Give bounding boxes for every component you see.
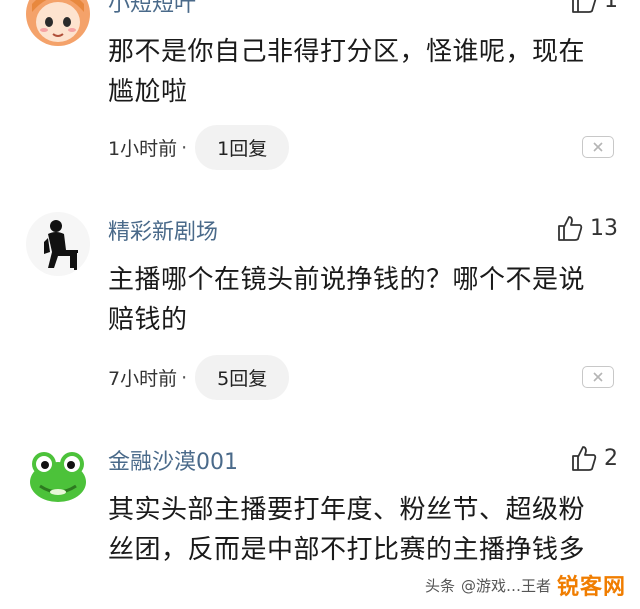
comment-text: 其实头部主播要打年度、粉丝节、超级粉丝团，反而是中部不打比赛的主播挣钱多	[108, 495, 586, 565]
reply-count-button[interactable]: 1回复	[195, 125, 290, 170]
comment-meta: 7小时前 · 5回复	[108, 355, 290, 400]
watermark-prefix: 头条	[424, 576, 455, 595]
dismiss-button[interactable]	[582, 366, 614, 388]
thumbs-up-icon	[572, 446, 597, 471]
like-count: 1	[604, 0, 618, 13]
watermark-handle: @游戏…王者	[460, 576, 551, 595]
watermark: 头条 @游戏…王者 锐客网	[425, 569, 626, 601]
comment-meta: 1小时前 · 1回复	[108, 125, 290, 170]
username[interactable]: 精彩新剧场	[108, 214, 218, 246]
like-count: 2	[604, 445, 618, 471]
user-avatar[interactable]	[26, 442, 90, 506]
watermark-brand: 锐客网	[556, 575, 626, 600]
thumbs-up-icon	[572, 0, 597, 13]
frog-avatar-icon	[26, 442, 90, 506]
close-icon	[593, 372, 603, 382]
comment-time: 1小时前	[108, 138, 178, 160]
username[interactable]: 金融沙漠001	[108, 444, 238, 476]
dismiss-button[interactable]	[582, 136, 614, 158]
comment-time: 7小时前	[108, 368, 178, 390]
comment-text: 主播哪个在镜头前说挣钱的？哪个不是说赔钱的	[108, 265, 586, 335]
like-count: 13	[590, 215, 618, 241]
user-avatar[interactable]	[26, 0, 90, 46]
meta-separator: ·	[181, 136, 188, 159]
anime-girl-avatar-icon	[26, 0, 90, 46]
comment-text: 那不是你自己非得打分区，怪谁呢，现在尴尬啦	[108, 37, 586, 107]
like-button[interactable]: 13	[556, 214, 618, 242]
close-icon	[593, 142, 603, 152]
meta-separator: ·	[181, 366, 188, 389]
reply-count-button[interactable]: 5回复	[195, 355, 290, 400]
thumbs-up-icon	[558, 216, 583, 241]
silhouette-chair-avatar-icon	[26, 212, 90, 276]
username[interactable]: 小短短叶	[108, 0, 196, 18]
like-button[interactable]: 1	[570, 0, 618, 14]
like-button[interactable]: 2	[570, 444, 618, 472]
user-avatar[interactable]	[26, 212, 90, 276]
